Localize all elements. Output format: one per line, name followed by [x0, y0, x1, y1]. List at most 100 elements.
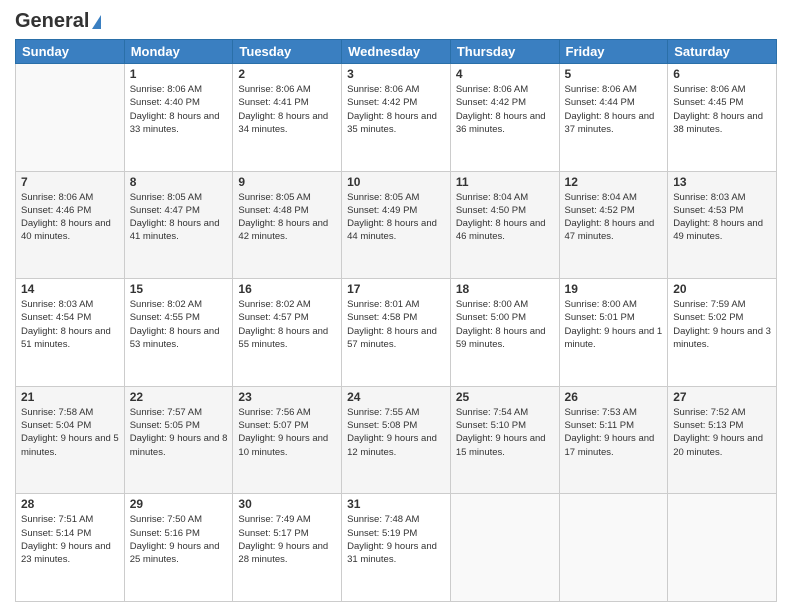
day-number: 9 — [238, 175, 336, 189]
day-number: 15 — [130, 282, 228, 296]
cell-content: Sunrise: 8:03 AMSunset: 4:54 PMDaylight:… — [21, 298, 119, 351]
cell-content: Sunrise: 7:55 AMSunset: 5:08 PMDaylight:… — [347, 406, 445, 459]
cell-content: Sunrise: 7:51 AMSunset: 5:14 PMDaylight:… — [21, 513, 119, 566]
cell-content: Sunrise: 7:53 AMSunset: 5:11 PMDaylight:… — [565, 406, 663, 459]
calendar-cell: 1 Sunrise: 8:06 AMSunset: 4:40 PMDayligh… — [124, 64, 233, 172]
cell-content: Sunrise: 7:56 AMSunset: 5:07 PMDaylight:… — [238, 406, 336, 459]
cell-content: Sunrise: 7:48 AMSunset: 5:19 PMDaylight:… — [347, 513, 445, 566]
day-number: 19 — [565, 282, 663, 296]
day-number: 29 — [130, 497, 228, 511]
calendar-cell: 21 Sunrise: 7:58 AMSunset: 5:04 PMDaylig… — [16, 386, 125, 494]
calendar-cell: 17 Sunrise: 8:01 AMSunset: 4:58 PMDaylig… — [342, 279, 451, 387]
day-number: 6 — [673, 67, 771, 81]
cell-content: Sunrise: 7:50 AMSunset: 5:16 PMDaylight:… — [130, 513, 228, 566]
cell-content: Sunrise: 7:57 AMSunset: 5:05 PMDaylight:… — [130, 406, 228, 459]
calendar-cell: 11 Sunrise: 8:04 AMSunset: 4:50 PMDaylig… — [450, 171, 559, 279]
cell-content: Sunrise: 8:06 AMSunset: 4:40 PMDaylight:… — [130, 83, 228, 136]
day-number: 27 — [673, 390, 771, 404]
logo: General — [15, 10, 101, 31]
day-number: 31 — [347, 497, 445, 511]
day-header-monday: Monday — [124, 40, 233, 64]
cell-content: Sunrise: 7:49 AMSunset: 5:17 PMDaylight:… — [238, 513, 336, 566]
cell-content: Sunrise: 8:03 AMSunset: 4:53 PMDaylight:… — [673, 191, 771, 244]
calendar-cell: 30 Sunrise: 7:49 AMSunset: 5:17 PMDaylig… — [233, 494, 342, 602]
day-number: 25 — [456, 390, 554, 404]
header: General — [15, 10, 777, 31]
cell-content: Sunrise: 8:05 AMSunset: 4:48 PMDaylight:… — [238, 191, 336, 244]
day-header-saturday: Saturday — [668, 40, 777, 64]
week-row-5: 28 Sunrise: 7:51 AMSunset: 5:14 PMDaylig… — [16, 494, 777, 602]
calendar-cell: 29 Sunrise: 7:50 AMSunset: 5:16 PMDaylig… — [124, 494, 233, 602]
day-number: 28 — [21, 497, 119, 511]
cell-content: Sunrise: 7:58 AMSunset: 5:04 PMDaylight:… — [21, 406, 119, 459]
calendar-cell: 10 Sunrise: 8:05 AMSunset: 4:49 PMDaylig… — [342, 171, 451, 279]
cell-content: Sunrise: 7:52 AMSunset: 5:13 PMDaylight:… — [673, 406, 771, 459]
cell-content: Sunrise: 8:05 AMSunset: 4:49 PMDaylight:… — [347, 191, 445, 244]
day-number: 12 — [565, 175, 663, 189]
day-number: 16 — [238, 282, 336, 296]
calendar-cell: 8 Sunrise: 8:05 AMSunset: 4:47 PMDayligh… — [124, 171, 233, 279]
calendar-cell: 13 Sunrise: 8:03 AMSunset: 4:53 PMDaylig… — [668, 171, 777, 279]
calendar-table: SundayMondayTuesdayWednesdayThursdayFrid… — [15, 39, 777, 602]
day-number: 23 — [238, 390, 336, 404]
calendar-cell: 7 Sunrise: 8:06 AMSunset: 4:46 PMDayligh… — [16, 171, 125, 279]
calendar-cell: 9 Sunrise: 8:05 AMSunset: 4:48 PMDayligh… — [233, 171, 342, 279]
day-number: 20 — [673, 282, 771, 296]
day-number: 1 — [130, 67, 228, 81]
calendar-cell: 27 Sunrise: 7:52 AMSunset: 5:13 PMDaylig… — [668, 386, 777, 494]
cell-content: Sunrise: 8:05 AMSunset: 4:47 PMDaylight:… — [130, 191, 228, 244]
day-number: 17 — [347, 282, 445, 296]
day-number: 11 — [456, 175, 554, 189]
cell-content: Sunrise: 8:00 AMSunset: 5:00 PMDaylight:… — [456, 298, 554, 351]
calendar-cell: 3 Sunrise: 8:06 AMSunset: 4:42 PMDayligh… — [342, 64, 451, 172]
calendar-cell: 26 Sunrise: 7:53 AMSunset: 5:11 PMDaylig… — [559, 386, 668, 494]
cell-content: Sunrise: 8:06 AMSunset: 4:44 PMDaylight:… — [565, 83, 663, 136]
day-number: 22 — [130, 390, 228, 404]
calendar-cell — [450, 494, 559, 602]
day-header-tuesday: Tuesday — [233, 40, 342, 64]
calendar-cell: 16 Sunrise: 8:02 AMSunset: 4:57 PMDaylig… — [233, 279, 342, 387]
cell-content: Sunrise: 8:06 AMSunset: 4:46 PMDaylight:… — [21, 191, 119, 244]
cell-content: Sunrise: 7:54 AMSunset: 5:10 PMDaylight:… — [456, 406, 554, 459]
day-number: 21 — [21, 390, 119, 404]
calendar-cell: 22 Sunrise: 7:57 AMSunset: 5:05 PMDaylig… — [124, 386, 233, 494]
day-number: 5 — [565, 67, 663, 81]
cell-content: Sunrise: 8:04 AMSunset: 4:50 PMDaylight:… — [456, 191, 554, 244]
day-header-row: SundayMondayTuesdayWednesdayThursdayFrid… — [16, 40, 777, 64]
day-header-thursday: Thursday — [450, 40, 559, 64]
calendar-cell — [559, 494, 668, 602]
logo-general-text: General — [15, 10, 89, 33]
calendar-cell: 20 Sunrise: 7:59 AMSunset: 5:02 PMDaylig… — [668, 279, 777, 387]
day-number: 10 — [347, 175, 445, 189]
calendar-cell: 4 Sunrise: 8:06 AMSunset: 4:42 PMDayligh… — [450, 64, 559, 172]
cell-content: Sunrise: 8:04 AMSunset: 4:52 PMDaylight:… — [565, 191, 663, 244]
calendar-cell: 28 Sunrise: 7:51 AMSunset: 5:14 PMDaylig… — [16, 494, 125, 602]
week-row-4: 21 Sunrise: 7:58 AMSunset: 5:04 PMDaylig… — [16, 386, 777, 494]
calendar-cell: 19 Sunrise: 8:00 AMSunset: 5:01 PMDaylig… — [559, 279, 668, 387]
day-number: 13 — [673, 175, 771, 189]
day-number: 26 — [565, 390, 663, 404]
week-row-3: 14 Sunrise: 8:03 AMSunset: 4:54 PMDaylig… — [16, 279, 777, 387]
calendar-cell: 18 Sunrise: 8:00 AMSunset: 5:00 PMDaylig… — [450, 279, 559, 387]
calendar-cell — [16, 64, 125, 172]
calendar-cell: 31 Sunrise: 7:48 AMSunset: 5:19 PMDaylig… — [342, 494, 451, 602]
day-number: 30 — [238, 497, 336, 511]
calendar-cell: 2 Sunrise: 8:06 AMSunset: 4:41 PMDayligh… — [233, 64, 342, 172]
day-number: 8 — [130, 175, 228, 189]
day-number: 18 — [456, 282, 554, 296]
calendar-cell: 15 Sunrise: 8:02 AMSunset: 4:55 PMDaylig… — [124, 279, 233, 387]
week-row-2: 7 Sunrise: 8:06 AMSunset: 4:46 PMDayligh… — [16, 171, 777, 279]
calendar-page: General SundayMondayTuesdayWednesdayThur… — [0, 0, 792, 612]
day-header-wednesday: Wednesday — [342, 40, 451, 64]
calendar-cell: 24 Sunrise: 7:55 AMSunset: 5:08 PMDaylig… — [342, 386, 451, 494]
day-number: 4 — [456, 67, 554, 81]
cell-content: Sunrise: 7:59 AMSunset: 5:02 PMDaylight:… — [673, 298, 771, 351]
logo-arrow-icon — [92, 15, 101, 29]
day-number: 7 — [21, 175, 119, 189]
calendar-cell: 6 Sunrise: 8:06 AMSunset: 4:45 PMDayligh… — [668, 64, 777, 172]
day-number: 24 — [347, 390, 445, 404]
calendar-cell: 12 Sunrise: 8:04 AMSunset: 4:52 PMDaylig… — [559, 171, 668, 279]
day-header-sunday: Sunday — [16, 40, 125, 64]
calendar-cell: 5 Sunrise: 8:06 AMSunset: 4:44 PMDayligh… — [559, 64, 668, 172]
calendar-cell: 23 Sunrise: 7:56 AMSunset: 5:07 PMDaylig… — [233, 386, 342, 494]
